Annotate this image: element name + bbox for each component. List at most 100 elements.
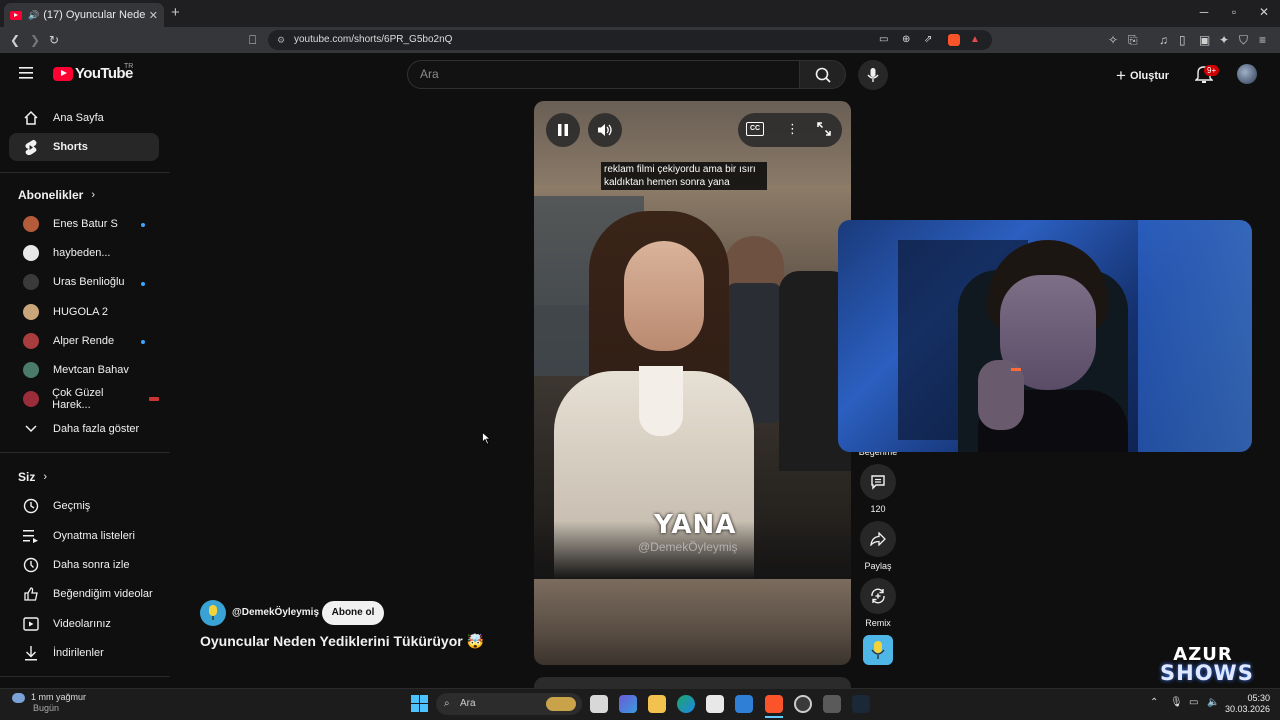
app-icon[interactable] <box>794 695 812 713</box>
site-info-icon[interactable]: ⚙ <box>277 30 285 50</box>
new-tab-button[interactable]: + <box>171 4 180 21</box>
clock-date: 30.03.2026 <box>1224 704 1270 714</box>
sidebar-subscription[interactable]: Alper Rende <box>9 327 159 355</box>
brave-rewards-icon[interactable]: ▲ <box>970 30 980 50</box>
your-videos-icon <box>9 617 53 631</box>
cast-icon[interactable]: ▭ <box>879 30 888 50</box>
sidebar-item-playlists[interactable]: Oynatma listeleri <box>9 522 159 550</box>
hamburger-menu-icon[interactable] <box>19 67 33 79</box>
sidebar-item-watch-later[interactable]: Daha sonra izle <box>9 551 159 579</box>
tray-expand-icon[interactable]: ⌃ <box>1150 697 1158 708</box>
task-view-icon[interactable] <box>590 695 608 713</box>
you-heading[interactable]: Siz › <box>18 470 47 484</box>
sidebar-item-history[interactable]: Geçmiş <box>9 492 159 520</box>
sidebar-item-liked-videos[interactable]: Beğendiğim videolar <box>9 580 159 608</box>
sidebar-item-shorts[interactable]: Shorts <box>9 133 159 161</box>
subscriptions-heading[interactable]: Abonelikler › <box>18 188 95 202</box>
sidebar-subscription[interactable]: Mevtcan Bahav <box>9 356 159 384</box>
video-scene-face <box>624 241 704 351</box>
create-button[interactable]: + Oluştur <box>1116 66 1169 86</box>
widgets-app-icon[interactable] <box>619 695 637 713</box>
store-icon[interactable] <box>706 695 724 713</box>
wallet-icon[interactable]: ▣ <box>1199 27 1210 53</box>
subscription-label: haybeden... <box>53 247 111 259</box>
share-page-icon[interactable]: ⇗ <box>924 30 932 50</box>
browser-toolbar: ❮ ❯ ↻ ⎕ ⚙ youtube.com/shorts/6PR_G5bo2nQ… <box>0 27 1280 53</box>
video-overlay-text: YANA <box>654 510 737 540</box>
sidebar-item-your-videos[interactable]: Videolarınız <box>9 610 159 638</box>
music-icon[interactable]: ♫ <box>1159 27 1168 53</box>
url-bar[interactable]: ⚙ youtube.com/shorts/6PR_G5bo2nQ ▭ ⊕ ⇗ ▲ <box>268 30 992 50</box>
share-button[interactable] <box>860 521 896 557</box>
brave-browser-icon[interactable] <box>765 695 783 713</box>
captions-button[interactable]: CC <box>746 122 764 136</box>
vpn-icon[interactable]: ⛉ <box>1239 27 1248 53</box>
search-input[interactable]: Ara <box>407 60 800 89</box>
back-icon[interactable]: ❮ <box>10 27 20 53</box>
tray-mic-icon[interactable]: 🎙 <box>1170 697 1183 708</box>
extensions-icon[interactable]: ✧ <box>1108 27 1118 53</box>
subscription-label: Mevtcan Bahav <box>53 364 129 376</box>
sidebar-item-downloads[interactable]: İndirilenler <box>9 639 159 667</box>
sidebar-subscription[interactable]: Çok Güzel Harek... <box>9 385 159 413</box>
youtube-logo[interactable]: YouTube <box>53 65 133 82</box>
minimize-icon[interactable]: ─ <box>1197 5 1211 19</box>
mail-icon[interactable] <box>735 695 753 713</box>
weather-widget[interactable]: 1 mm yağmur Bugün <box>12 692 86 714</box>
maximize-icon[interactable]: ▫ <box>1227 5 1241 19</box>
show-more-button[interactable]: Daha fazla göster <box>9 415 159 443</box>
pause-button[interactable] <box>546 113 580 147</box>
video-scene-shirt <box>639 366 683 436</box>
watch-later-icon <box>9 557 53 573</box>
speaker-icon[interactable]: 🔈 <box>1207 697 1219 708</box>
sidebar-subscription[interactable]: Enes Batur S <box>9 210 159 238</box>
volume-button[interactable] <box>588 113 622 147</box>
taskbar-clock[interactable]: 05:30 30.03.2026 <box>1224 693 1270 715</box>
channel-avatar[interactable] <box>200 600 226 626</box>
steam-icon[interactable] <box>852 695 870 713</box>
file-explorer-icon[interactable] <box>648 695 666 713</box>
channel-name[interactable]: @DemekÖyleymiş <box>232 607 319 618</box>
fullscreen-icon[interactable] <box>817 122 831 136</box>
sidebar-subscription[interactable]: Uras Benlioğlu <box>9 268 159 296</box>
account-avatar[interactable] <box>1237 64 1257 84</box>
screenshot-icon[interactable]: ⎘ <box>1128 27 1138 53</box>
playlists-icon <box>9 529 53 543</box>
menu-icon[interactable]: ≡ <box>1259 27 1266 53</box>
comments-button[interactable] <box>860 464 896 500</box>
browser-tab[interactable]: 🔊 (17) Oyuncular Neden Yedikl ✕ <box>4 3 164 27</box>
audio-playing-icon[interactable]: 🔊 <box>28 10 39 21</box>
app-icon[interactable] <box>823 695 841 713</box>
remix-button[interactable] <box>860 578 896 614</box>
network-icon[interactable]: ▭ <box>1189 697 1198 708</box>
search-button[interactable] <box>799 60 846 89</box>
sound-thumbnail[interactable] <box>863 635 893 665</box>
leo-ai-icon[interactable]: ✦ <box>1219 27 1229 53</box>
brave-shields-icon[interactable] <box>948 34 960 46</box>
volume-icon <box>598 124 612 136</box>
windows-start-icon[interactable] <box>411 695 428 712</box>
region-code: TR <box>124 63 134 70</box>
taskbar-search[interactable]: ⌕ Ara <box>436 693 582 715</box>
close-tab-icon[interactable]: ✕ <box>149 9 158 22</box>
forward-icon[interactable]: ❯ <box>30 27 40 53</box>
sidebar-item-home[interactable]: Ana Sayfa <box>9 104 159 132</box>
downloads-icon <box>9 645 53 661</box>
edge-browser-icon[interactable] <box>677 695 695 713</box>
remix-icon <box>871 588 885 604</box>
voice-search-button[interactable] <box>858 60 888 90</box>
microphone-mascot-icon <box>209 605 217 620</box>
sidebar-divider <box>0 676 170 677</box>
sidebar-subscription[interactable]: haybeden... <box>9 239 159 267</box>
more-options-icon[interactable]: ⋮ <box>786 120 799 138</box>
zoom-icon[interactable]: ⊕ <box>902 30 910 50</box>
sidebar-toggle-icon[interactable]: ▯ <box>1179 27 1186 53</box>
close-window-icon[interactable]: ✕ <box>1257 5 1271 19</box>
reload-icon[interactable]: ↻ <box>49 27 59 53</box>
subscription-label: Enes Batur S <box>53 218 118 230</box>
pause-icon <box>558 124 568 136</box>
sidebar-subscription[interactable]: HUGOLA 2 <box>9 298 159 326</box>
bookmark-icon[interactable]: ⎕ <box>249 27 256 53</box>
search-highlight-icon <box>546 697 576 711</box>
subscribe-button[interactable]: Abone ol <box>322 601 384 625</box>
